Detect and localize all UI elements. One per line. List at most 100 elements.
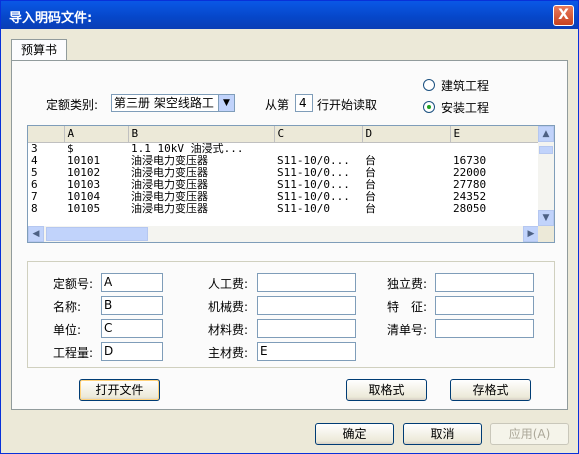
data-grid[interactable]: A B C D E 3 $ 1.1 10kV 油浸式... 4 10101 油浸… [27,125,555,243]
grid-cell: S11-10/0... [277,166,350,179]
material-field[interactable] [257,319,356,338]
row-number: 5 [28,166,64,179]
table-row[interactable]: 7 10104 油浸电力变压器 S11-10/0... 台 24352 [28,190,540,203]
table-row[interactable]: 5 10102 油浸电力变压器 S11-10/0... 台 22000 [28,166,540,179]
grid-cell: 10103 [67,178,101,191]
get-format-button[interactable]: 取格式 [346,379,427,401]
grid-table: A B C D E 3 $ 1.1 10kV 油浸式... 4 10101 油浸… [28,126,541,215]
apply-button[interactable]: 应用(A) [490,423,569,445]
vertical-scroll-thumb[interactable] [539,146,553,154]
bill-no-field[interactable] [435,319,534,338]
grid-header-row: A B C D E [28,126,541,143]
grid-cell [362,142,450,155]
grid-cell: 油浸电力变压器 [131,154,208,167]
grid-cell: 油浸电力变压器 [131,202,208,215]
row-number: 4 [28,154,64,167]
grid-cell: S11-10/0... [277,154,350,167]
tab-budget[interactable]: 预算书 [11,39,67,61]
grid-col-header[interactable] [28,126,65,143]
standalone-label: 独立费: [387,277,428,291]
grid-cell: 1.1 10kV 油浸式... [131,142,244,155]
labor-label: 人工费: [208,277,249,291]
cancel-button[interactable]: 取消 [403,423,482,445]
name-field[interactable]: B [101,296,163,315]
grid-cell: 台 [365,166,376,179]
close-icon: X [558,7,569,23]
quota-category-label: 定额类别: [46,98,99,112]
grid-cell: 台 [365,178,376,191]
grid-col-header[interactable]: C [274,126,363,143]
grid-cell: 10105 [67,202,101,215]
scroll-left-icon[interactable]: ◀ [28,226,44,242]
feature-label: 特 征: [387,300,428,314]
grid-cell [450,142,540,155]
grid-col-header[interactable]: E [450,126,541,143]
labor-field[interactable] [257,273,356,292]
grid-cell: $ [67,142,74,155]
machine-field[interactable] [257,296,356,315]
quota-no-field[interactable]: A [101,273,163,292]
grid-cell: 油浸电力变压器 [131,190,208,203]
grid-cell: 油浸电力变压器 [131,166,208,179]
radio-building-label: 建筑工程 [441,79,490,93]
grid-cell: 台 [365,202,376,215]
row-number: 7 [28,190,64,203]
radio-installation[interactable] [423,101,435,113]
machine-label: 机械费: [208,300,249,314]
scroll-up-icon[interactable]: ▲ [538,126,554,142]
grid-cell: 22000 [453,166,487,179]
close-button[interactable]: X [553,5,574,26]
grid-col-header[interactable]: B [128,126,275,143]
horizontal-scrollbar[interactable]: ◀ ▶ [28,226,539,242]
grid-cell: 10101 [67,154,101,167]
feature-field[interactable] [435,296,534,315]
grid-col-header[interactable]: D [362,126,451,143]
quantity-label: 工程量: [53,346,94,360]
bill-no-label: 清单号: [387,323,428,337]
scroll-right-icon[interactable]: ▶ [523,226,539,242]
table-row[interactable]: 3 $ 1.1 10kV 油浸式... [28,142,540,155]
save-format-button[interactable]: 存格式 [450,379,531,401]
grid-cell: 27780 [453,178,487,191]
scroll-down-icon[interactable]: ▼ [538,210,554,226]
open-file-button[interactable]: 打开文件 [79,379,160,401]
grid-cell: S11-10/0 [277,202,330,215]
scroll-corner [538,226,554,242]
read-from-suffix: 行开始读取 [317,98,378,112]
grid-col-header[interactable]: A [64,126,129,143]
quantity-field[interactable]: D [101,342,163,361]
title-bar: 导入明码文件: X [1,1,578,29]
quota-category-value: 第三册 架空线路工 [114,96,214,110]
radio-installation-label: 安装工程 [441,101,490,115]
row-number: 8 [28,202,64,215]
table-row[interactable]: 6 10103 油浸电力变压器 S11-10/0... 台 27780 [28,178,540,191]
grid-cell: S11-10/0... [277,178,350,191]
name-label: 名称: [53,300,82,314]
quota-category-select[interactable]: 第三册 架空线路工 ▼ [111,94,235,112]
main-material-field[interactable]: E [257,342,356,361]
start-row-input[interactable]: 4 [295,94,313,112]
import-dialog: 导入明码文件: X 预算书 定额类别: 第三册 架空线路工 ▼ 从第 4 行开始… [0,0,579,454]
chevron-down-icon[interactable]: ▼ [218,95,234,111]
grid-cell: S11-10/0... [277,190,350,203]
read-from-label: 从第 [265,98,290,112]
grid-cell: 10102 [67,166,101,179]
vertical-scrollbar[interactable]: ▲ ▼ [538,126,554,226]
table-row[interactable]: 8 10105 油浸电力变压器 S11-10/0 台 28050 [28,202,540,215]
main-material-label: 主材费: [208,346,249,360]
quota-no-label: 定额号: [53,277,94,291]
grid-cell: 10104 [67,190,101,203]
radio-building[interactable] [423,79,435,91]
unit-label: 单位: [53,323,82,337]
grid-cell: 28050 [453,202,487,215]
unit-field[interactable]: C [101,319,163,338]
horizontal-scroll-thumb[interactable] [46,227,148,241]
grid-cell: 16730 [453,154,487,167]
grid-cell: 油浸电力变压器 [131,178,208,191]
ok-button[interactable]: 确定 [315,423,394,445]
table-row[interactable]: 4 10101 油浸电力变压器 S11-10/0... 台 16730 [28,154,540,167]
grid-cell: 台 [365,154,376,167]
standalone-field[interactable] [435,273,534,292]
material-label: 材料费: [208,323,249,337]
grid-cell [274,142,362,155]
